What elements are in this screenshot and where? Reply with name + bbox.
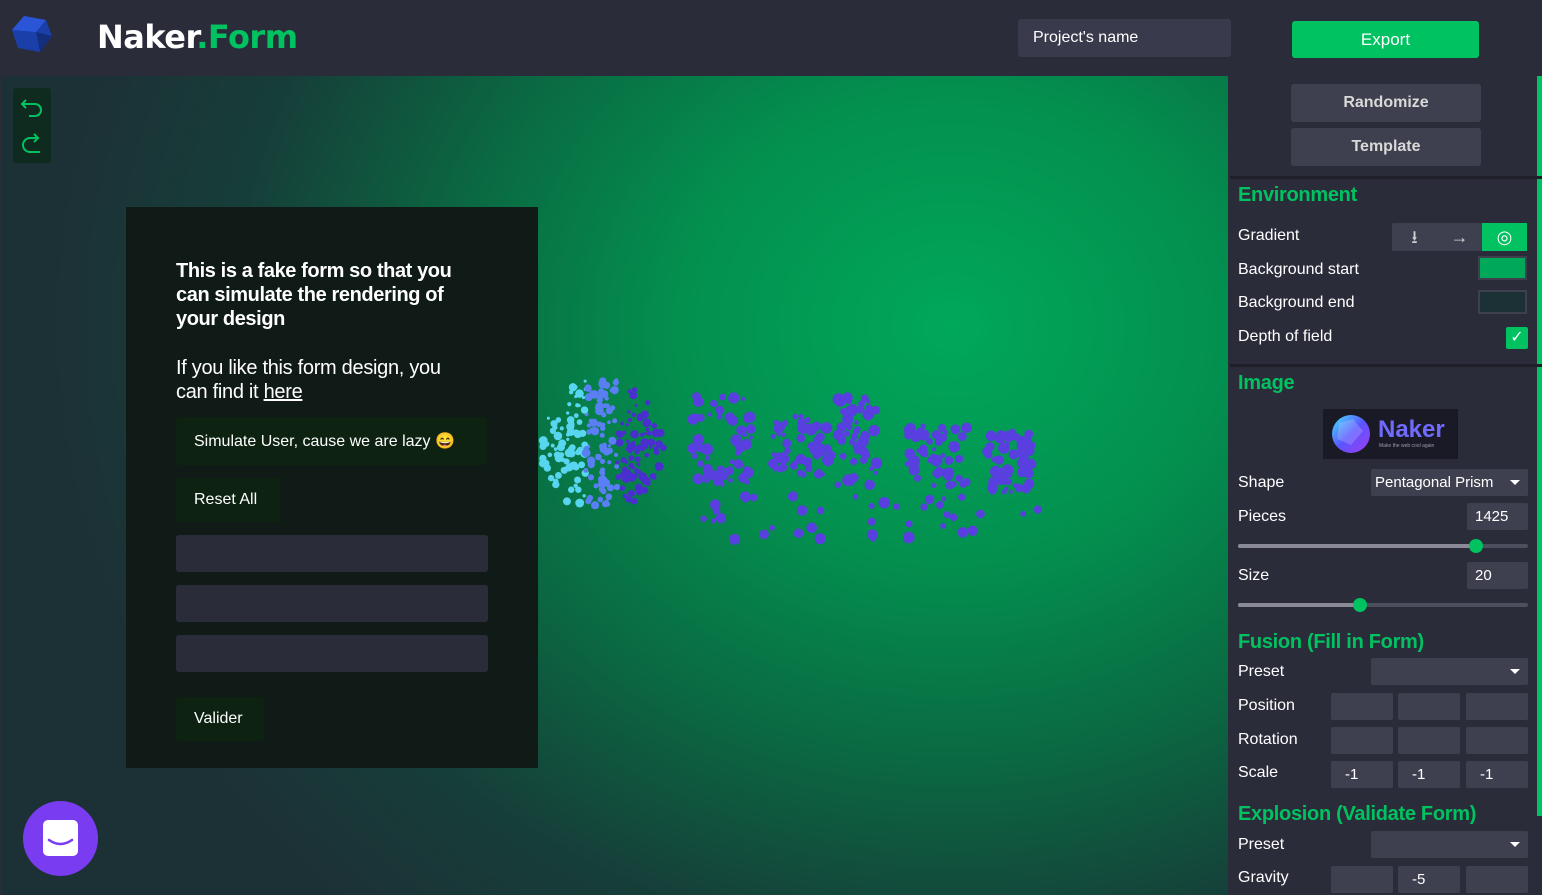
- fake-form-input-3[interactable]: [176, 635, 488, 672]
- size-label: Size: [1238, 567, 1270, 584]
- chevron-down-icon: [1510, 480, 1520, 485]
- fusion-rotation-z[interactable]: [1466, 727, 1528, 754]
- depth-of-field-label: Depth of field: [1238, 328, 1333, 345]
- size-slider-fill: [1238, 603, 1360, 607]
- randomize-button[interactable]: Randomize: [1291, 84, 1481, 122]
- explosion-preset-label: Preset: [1238, 836, 1285, 853]
- environment-title: Environment: [1238, 184, 1357, 206]
- background-start-label: Background start: [1238, 261, 1359, 278]
- background-end-label: Background end: [1238, 294, 1355, 311]
- brand-logo: Naker.Form: [97, 18, 298, 56]
- explosion-gravity-x[interactable]: [1331, 866, 1393, 893]
- image-thumbnail[interactable]: Naker Make the web cool again: [1323, 409, 1458, 459]
- image-thumb-name: Naker: [1378, 416, 1445, 443]
- undo-icon[interactable]: [20, 94, 44, 118]
- fake-form-text-body: If you like this form design, you can fi…: [176, 357, 441, 403]
- shape-label: Shape: [1238, 474, 1285, 491]
- fusion-title: Fusion (Fill in Form): [1238, 631, 1424, 653]
- fake-form-preview: This is a fake form so that you can simu…: [126, 207, 538, 768]
- shape-select[interactable]: Pentagonal Prism: [1371, 469, 1528, 496]
- gradient-type-toggle: ⭳ → ◎: [1392, 223, 1527, 251]
- fusion-preset-select[interactable]: [1371, 658, 1528, 685]
- fusion-rotation-label: Rotation: [1238, 731, 1298, 748]
- gradient-radial-icon[interactable]: ◎: [1482, 223, 1527, 251]
- submit-button[interactable]: Valider: [176, 697, 264, 741]
- brand-dot: .: [196, 18, 208, 56]
- section-divider: [1230, 364, 1542, 367]
- fake-form-input-2[interactable]: [176, 585, 488, 622]
- size-slider[interactable]: [1238, 598, 1528, 612]
- explosion-title: Explosion (Validate Form): [1238, 803, 1477, 825]
- pieces-slider-fill: [1238, 544, 1476, 548]
- chevron-down-icon: [1510, 669, 1520, 674]
- shape-select-value: Pentagonal Prism: [1375, 474, 1494, 491]
- chat-icon: [43, 820, 78, 856]
- fusion-scale-y[interactable]: -1: [1398, 761, 1460, 788]
- pieces-slider[interactable]: [1238, 539, 1528, 553]
- chevron-down-icon: [1510, 842, 1520, 847]
- gem-logo-icon[interactable]: [12, 14, 52, 54]
- fusion-position-y[interactable]: [1398, 693, 1460, 720]
- chat-launcher-button[interactable]: [23, 801, 98, 876]
- panel-scrollbar[interactable]: [1537, 76, 1542, 816]
- fusion-scale-label: Scale: [1238, 764, 1279, 781]
- explosion-gravity-label: Gravity: [1238, 869, 1289, 886]
- depth-of-field-checkbox[interactable]: ✓: [1506, 327, 1528, 349]
- fusion-rotation-x[interactable]: [1331, 727, 1393, 754]
- pieces-slider-thumb[interactable]: [1468, 539, 1483, 553]
- background-end-swatch[interactable]: [1478, 290, 1527, 314]
- export-button[interactable]: Export: [1292, 21, 1479, 58]
- fake-form-text: If you like this form design, you can fi…: [176, 356, 476, 404]
- section-divider: [1230, 176, 1542, 179]
- fusion-rotation-y[interactable]: [1398, 727, 1460, 754]
- brand-name: Naker: [97, 18, 197, 56]
- explosion-gravity-z[interactable]: [1466, 866, 1528, 893]
- fusion-scale-x[interactable]: -1: [1331, 761, 1393, 788]
- pieces-input[interactable]: 1425: [1467, 503, 1528, 530]
- project-name-input[interactable]: [1018, 19, 1231, 57]
- image-title: Image: [1238, 372, 1295, 394]
- image-thumb-tagline: Make the web cool again: [1379, 443, 1435, 449]
- size-slider-thumb[interactable]: [1352, 598, 1367, 612]
- top-header: Naker.Form Export: [0, 0, 1542, 74]
- size-input[interactable]: 20: [1467, 562, 1528, 589]
- fake-form-title: This is a fake form so that you can simu…: [176, 260, 452, 330]
- here-link[interactable]: here: [264, 381, 303, 403]
- brand-suffix: Form: [207, 18, 298, 56]
- fusion-position-x[interactable]: [1331, 693, 1393, 720]
- fusion-position-label: Position: [1238, 697, 1295, 714]
- reset-all-button[interactable]: Reset All: [176, 478, 280, 522]
- history-toolbar: [13, 88, 51, 163]
- settings-panel: Randomize Template Environment Gradient …: [1230, 76, 1542, 895]
- pieces-label: Pieces: [1238, 508, 1287, 525]
- template-button[interactable]: Template: [1291, 128, 1481, 166]
- explosion-preset-select[interactable]: [1371, 831, 1528, 858]
- fusion-preset-label: Preset: [1238, 663, 1285, 680]
- simulate-user-button[interactable]: Simulate User, cause we are lazy 😄: [176, 417, 487, 465]
- gradient-label: Gradient: [1238, 227, 1300, 244]
- fusion-position-z[interactable]: [1466, 693, 1528, 720]
- background-start-swatch[interactable]: [1478, 256, 1527, 280]
- redo-icon[interactable]: [20, 132, 44, 156]
- fake-form-input-1[interactable]: [176, 535, 488, 572]
- fusion-scale-z[interactable]: -1: [1466, 761, 1528, 788]
- gradient-vertical-icon[interactable]: ⭳: [1392, 223, 1437, 251]
- gradient-horizontal-icon[interactable]: →: [1437, 223, 1482, 251]
- explosion-gravity-y[interactable]: -5: [1398, 866, 1460, 893]
